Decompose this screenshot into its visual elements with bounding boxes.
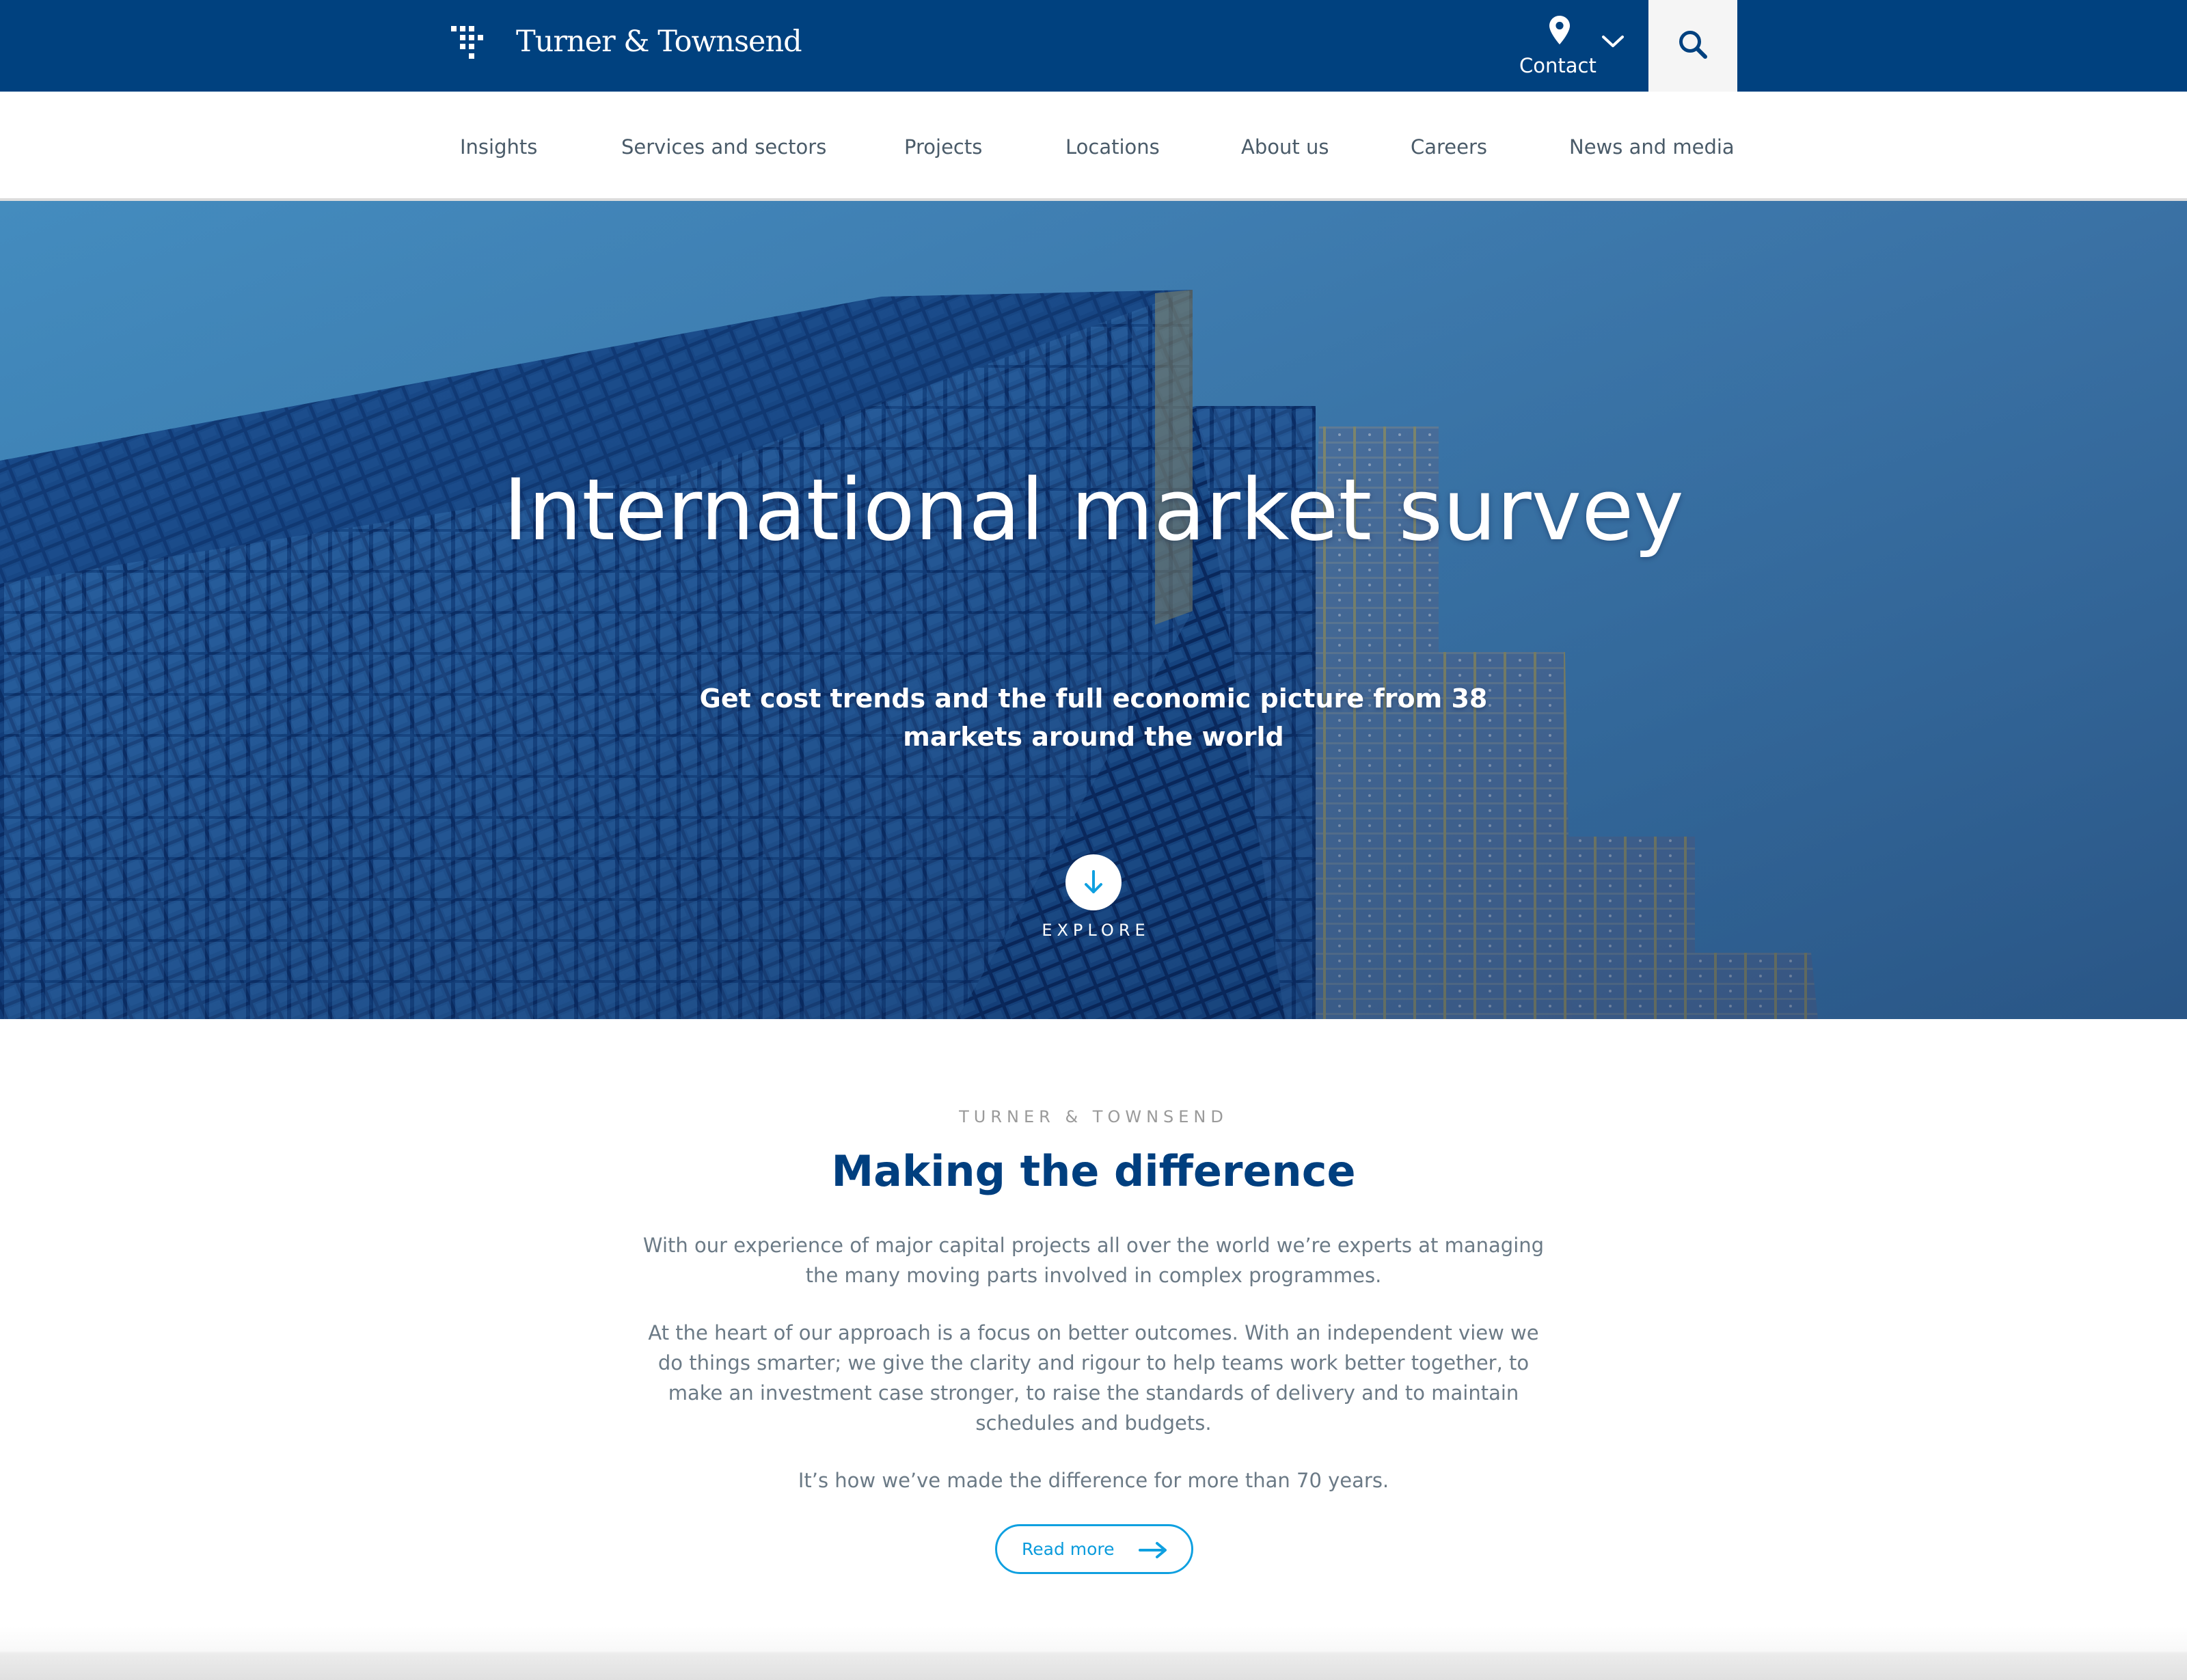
nav-item-careers[interactable]: Careers: [1411, 135, 1487, 159]
arrow-down-icon: [1085, 870, 1102, 893]
nav-item-about-us[interactable]: About us: [1241, 135, 1329, 159]
hero-banner: International market survey Get cost tre…: [0, 201, 2187, 1019]
brand-name: Turner & Townsend: [516, 25, 802, 59]
contact-dropdown[interactable]: Contact: [1507, 0, 1644, 92]
search-button[interactable]: [1648, 0, 1737, 92]
body-paragraph: With our experience of major capital pro…: [642, 1234, 1545, 1287]
chevron-down-icon[interactable]: [1601, 34, 1625, 49]
nav-item-news-and-media[interactable]: News and media: [1569, 135, 1735, 159]
contact-label: Contact: [1519, 54, 1597, 77]
hero-title: International market survey: [503, 461, 1684, 560]
nav-item-projects[interactable]: Projects: [904, 135, 982, 159]
read-more-label: Read more: [1022, 1539, 1115, 1559]
body-paragraph: It’s how we’ve made the difference for m…: [798, 1469, 1389, 1492]
brand-logo-link[interactable]: Turner & Townsend: [451, 25, 802, 66]
search-icon: [1679, 31, 1707, 59]
explore-circle[interactable]: [1065, 854, 1122, 910]
arrow-right-icon: [1139, 1542, 1167, 1558]
top-header: Turner & Townsend Contact: [0, 0, 2187, 92]
location-pin-icon: [1549, 16, 1570, 44]
section-heading: Making the difference: [831, 1146, 1356, 1196]
body-paragraph: At the heart of our approach is a focus …: [648, 1321, 1539, 1435]
section-eyebrow: TURNER & TOWNSEND: [959, 1107, 1228, 1126]
read-more-button[interactable]: Read more: [995, 1524, 1193, 1574]
hero-subtitle: Get cost trends and the full economic pi…: [699, 683, 1488, 752]
nav-item-locations[interactable]: Locations: [1065, 135, 1160, 159]
next-section-edge: [0, 1627, 2187, 1680]
nav-item-services-and-sectors[interactable]: Services and sectors: [621, 135, 826, 159]
explore-label: EXPLORE: [1042, 921, 1150, 940]
explore-button[interactable]: EXPLORE: [1025, 854, 1162, 943]
main-navigation: Insights Services and sectors Projects L…: [0, 92, 2187, 201]
section-body: With our experience of major capital pro…: [642, 1230, 1545, 1523]
dot-matrix-logo-icon: [451, 26, 484, 64]
nav-item-insights[interactable]: Insights: [460, 135, 537, 159]
